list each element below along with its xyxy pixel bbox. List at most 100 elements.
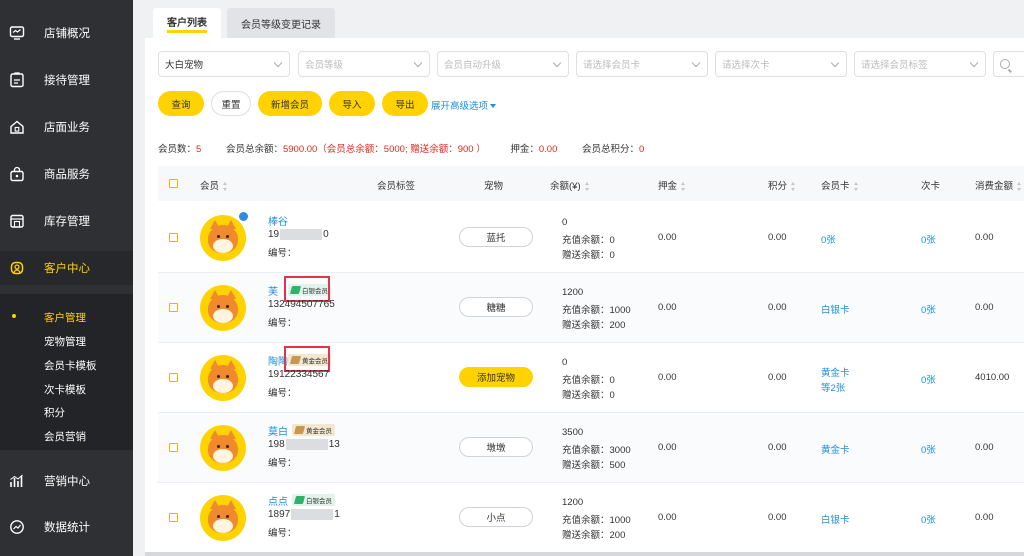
customer-panel: 大白宠物 会员等级 会员自动升级 请选择会员卡 请选择次卡 请选择会员标签 查询…	[145, 38, 1024, 556]
recharge-balance: 充值余额：3000	[562, 442, 631, 456]
member-card-link[interactable]: 白银卡	[821, 302, 850, 316]
gift-value: 200	[609, 530, 626, 541]
reset-button[interactable]: 重置	[211, 91, 251, 116]
member-number: 编号：	[268, 528, 297, 539]
auto-upgrade-select[interactable]: 会员自动升级	[437, 51, 569, 77]
spend-cell: 0.00	[975, 232, 994, 243]
tab-level-change-log[interactable]: 会员等级变更记录	[227, 8, 335, 38]
header-label: 会员	[200, 181, 220, 192]
query-button[interactable]: 查询	[158, 91, 204, 116]
search-input[interactable]	[993, 51, 1024, 77]
times-card-link[interactable]: 0张	[921, 512, 936, 526]
placeholder: 请选择次卡	[722, 60, 770, 71]
sidebar-sub-member-marketing[interactable]: 会员营销	[44, 429, 86, 444]
member-count-label: 会员数：	[158, 144, 197, 155]
member-number: 编号：	[268, 248, 297, 259]
member-card-link[interactable]: 黄金卡	[821, 442, 850, 456]
member-name-link[interactable]: 棒谷	[268, 213, 288, 228]
header-balance[interactable]: 余额(¥)	[550, 178, 590, 192]
points-label: 会员总积分：	[582, 144, 640, 155]
gift-label: 赠送余额：	[562, 320, 610, 331]
sidebar-item-customer-center[interactable]: 客户中心	[0, 251, 133, 285]
gift-balance: 赠送余额：500	[562, 457, 625, 471]
sidebar-item-goods-services[interactable]: 商品服务	[0, 157, 133, 191]
sidebar-item-label: 库存管理	[44, 216, 90, 228]
import-button[interactable]: 导入	[329, 91, 375, 116]
sidebar-item-inventory[interactable]: 库存管理	[0, 204, 133, 238]
chevron-down-icon	[413, 58, 423, 68]
advanced-options-link[interactable]: 展开高级选项	[431, 98, 497, 112]
sort-icon	[584, 181, 590, 191]
header-points[interactable]: 积分	[768, 178, 796, 192]
sidebar-sub-points[interactable]: 积分	[44, 405, 65, 420]
sidebar-sub-times-card-template[interactable]: 次卡模板	[44, 382, 86, 397]
table-row[interactable]: 棒谷 19 0 编号： 蓝托 0 充值余额：0 赠送余额：0 0.00 0.00 …	[158, 203, 1024, 273]
export-button[interactable]: 导出	[382, 91, 428, 116]
member-name-link[interactable]: 点点	[268, 493, 288, 508]
table-row[interactable]: 陶陶 黄金会员 19122334567 编号： 添加宠物 0 充值余额：0 赠送…	[158, 343, 1024, 413]
deposit-cell: 0.00	[658, 372, 677, 383]
member-level-select[interactable]: 会员等级	[298, 51, 430, 77]
pet-button[interactable]: 墩墩	[459, 437, 533, 457]
member-card-link[interactable]: 白银卡	[821, 512, 850, 526]
row-checkbox[interactable]	[169, 373, 178, 382]
table-row[interactable]: 莫白 黄金会员 198 13 编号： 墩墩 3500 充值余额：3000 赠送余额…	[158, 413, 1024, 483]
member-name-link[interactable]: 莫白	[268, 423, 288, 438]
times-card-link[interactable]: 0张	[921, 372, 936, 386]
sidebar-sub-customer-management[interactable]: 客户管理	[44, 310, 86, 325]
times-card-link[interactable]: 0张	[921, 302, 936, 316]
pet-button[interactable]: 糖糖	[459, 297, 533, 317]
add-member-button[interactable]: 新增会员	[258, 91, 322, 116]
recharge-value: 0	[609, 235, 615, 246]
add-pet-button[interactable]: 添加宠物	[459, 367, 533, 387]
row-checkbox[interactable]	[169, 443, 178, 452]
tab-label: 客户列表	[167, 14, 207, 33]
sidebar-item-statistics[interactable]: 数据统计	[0, 510, 133, 544]
horizontal-scrollbar[interactable]	[145, 552, 1024, 556]
sidebar-sub-pet-management[interactable]: 宠物管理	[44, 334, 86, 349]
sidebar-item-marketing-center[interactable]: 营销中心	[0, 464, 133, 498]
select-all-checkbox[interactable]	[169, 179, 178, 188]
pet-button[interactable]: 小点	[459, 507, 533, 527]
gem-icon	[293, 496, 306, 504]
gift-balance: 赠送余额：0	[562, 247, 615, 261]
table-row[interactable]: 点点 白银会员 1897 1 编号： 小点 1200 充值余额：1000 赠送余额…	[158, 483, 1024, 553]
tab-customer-list[interactable]: 客户列表	[153, 8, 221, 38]
phone-part: 5	[329, 299, 335, 310]
row-checkbox[interactable]	[169, 233, 178, 242]
times-card-link[interactable]: 0张	[921, 442, 936, 456]
member-card-more-link[interactable]: 等2张	[821, 380, 845, 394]
sidebar-sub-member-card-template[interactable]: 会员卡模板	[44, 358, 97, 373]
sidebar-item-store-business[interactable]: 店面业务	[0, 110, 133, 144]
member-phone: 132494507765	[268, 299, 335, 310]
warehouse-icon	[10, 214, 24, 228]
store-select-value: 大白宠物	[165, 60, 204, 71]
member-card-select[interactable]: 请选择会员卡	[576, 51, 708, 77]
sidebar-item-store-overview[interactable]: 店铺概况	[0, 16, 133, 50]
table-row[interactable]: 芙 白银会员 132494507765 编号： 糖糖 1200 充值余额：100…	[158, 273, 1024, 343]
row-checkbox[interactable]	[169, 513, 178, 522]
header-spend[interactable]: 消费金额	[975, 178, 1022, 192]
header-deposit[interactable]: 押金	[658, 178, 686, 192]
row-checkbox[interactable]	[169, 303, 178, 312]
level-badge: 黄金会员	[292, 424, 335, 436]
pet-button[interactable]: 蓝托	[459, 227, 533, 247]
gift-value: 0	[609, 250, 615, 261]
header-member[interactable]: 会员	[200, 178, 228, 192]
placeholder: 会员自动升级	[444, 60, 502, 71]
chevron-down-icon	[830, 58, 840, 68]
member-card-link[interactable]: 黄金卡	[821, 365, 850, 379]
member-card-link[interactable]: 0张	[821, 232, 836, 246]
header-card[interactable]: 会员卡	[821, 178, 859, 192]
header-pet: 宠物	[484, 181, 504, 192]
store-select[interactable]: 大白宠物	[158, 51, 290, 77]
times-card-select[interactable]: 请选择次卡	[715, 51, 847, 77]
member-tag-select[interactable]: 请选择会员标签	[854, 51, 986, 77]
times-card-link[interactable]: 0张	[921, 232, 936, 246]
customer-icon	[10, 261, 24, 275]
gift-value: 0	[609, 390, 615, 401]
placeholder: 会员等级	[305, 60, 344, 71]
sidebar-item-reception[interactable]: 接待管理	[0, 63, 133, 97]
header-label: 消费金额	[975, 181, 1014, 192]
member-name-link[interactable]: 芙	[268, 283, 278, 298]
